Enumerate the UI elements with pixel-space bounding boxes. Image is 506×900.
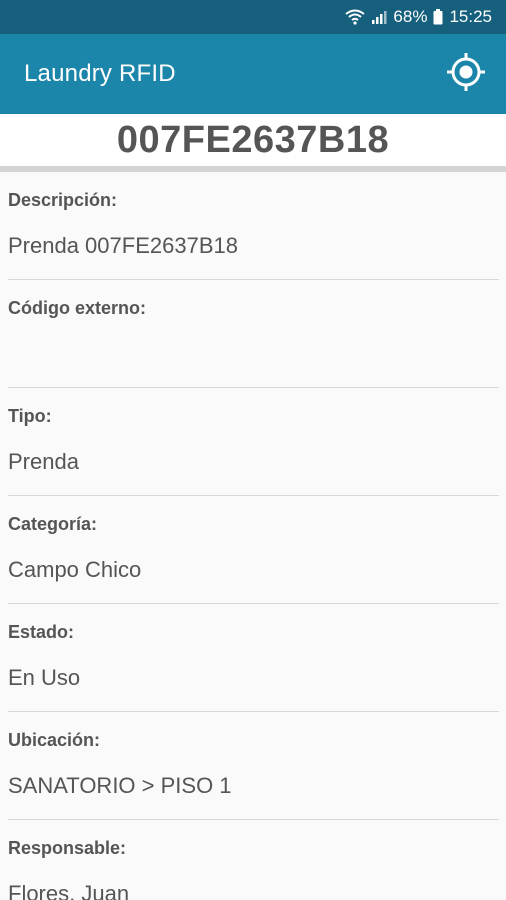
app-bar: Laundry RFID: [0, 34, 506, 114]
field-value: Prenda 007FE2637B18: [8, 233, 238, 258]
app-title: Laundry RFID: [24, 60, 176, 87]
field-ubicacion: Ubicación: SANATORIO > PISO 1: [8, 712, 499, 820]
field-label: Ubicación:: [8, 730, 101, 750]
field-value: Campo Chico: [8, 557, 142, 582]
locate-icon: [446, 52, 486, 97]
field-tipo: Tipo: Prenda: [8, 388, 499, 496]
field-value: Prenda: [8, 449, 79, 474]
field-categoria: Categoría: Campo Chico: [8, 496, 499, 604]
status-bar: 68% 15:25: [0, 0, 506, 34]
field-label: Categoría:: [8, 514, 98, 534]
field-label: Responsable:: [8, 838, 127, 858]
field-value: SANATORIO > PISO 1: [8, 773, 232, 798]
field-codigo-externo: Código externo:: [8, 280, 499, 388]
field-label: Descripción:: [8, 190, 118, 210]
battery-percent: 68%: [393, 7, 428, 26]
field-label: Estado:: [8, 622, 75, 642]
signal-icon: [371, 9, 387, 25]
field-label: Código externo:: [8, 298, 146, 318]
detail-list: Descripción: Prenda 007FE2637B18 Código …: [8, 172, 499, 900]
clock: 15:25: [449, 7, 492, 26]
tag-header: 007FE2637B18: [0, 114, 506, 172]
field-value: En Uso: [8, 665, 81, 690]
field-label: Tipo:: [8, 406, 52, 426]
field-descripcion: Descripción: Prenda 007FE2637B18: [8, 172, 499, 280]
locate-button[interactable]: [444, 52, 488, 96]
field-estado: Estado: En Uso: [8, 604, 499, 712]
field-responsable: Responsable: Flores, Juan: [8, 820, 499, 900]
wifi-icon: [345, 9, 366, 25]
tag-code: 007FE2637B18: [116, 118, 390, 161]
battery-icon: [433, 9, 443, 25]
field-value: Flores, Juan: [8, 881, 130, 900]
